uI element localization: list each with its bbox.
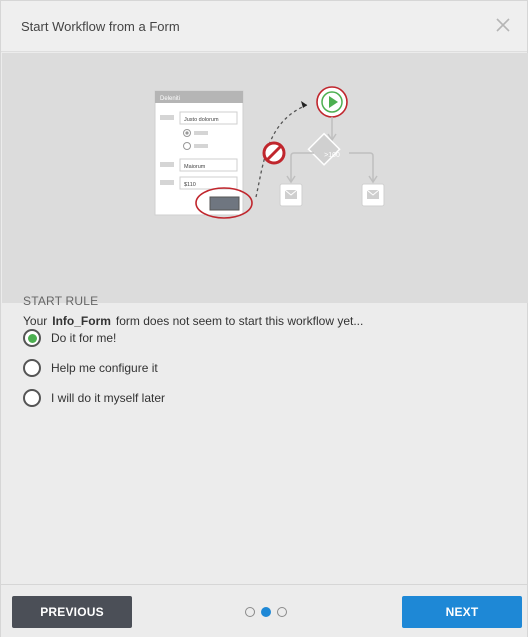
option-help-me-configure[interactable]: Help me configure it	[23, 353, 165, 383]
radio-button[interactable]	[23, 359, 41, 377]
option-label: Help me configure it	[51, 361, 158, 375]
email-node-left	[279, 183, 303, 207]
condition-node: >100	[307, 132, 341, 166]
stop-icon	[262, 141, 286, 165]
form-field-2: Maiorum	[184, 164, 206, 170]
option-label: Do it for me!	[51, 331, 117, 345]
start-node-icon	[316, 86, 348, 118]
condition-label: >100	[324, 152, 340, 159]
form-field-1: Justo dolorum	[184, 117, 219, 123]
step-dot-2[interactable]	[261, 607, 271, 617]
radio-selected-dot	[27, 333, 37, 343]
start-workflow-dialog: Start Workflow from a Form Deleniti Just…	[0, 0, 528, 637]
illustration-panel: Deleniti Justo dolorum Maiorum $110 >100…	[2, 53, 528, 328]
dialog-title: Start Workflow from a Form	[21, 19, 180, 34]
step-dot-3[interactable]	[277, 607, 287, 617]
dialog-footer: PREVIOUS NEXT	[1, 584, 527, 637]
option-do-it-for-me[interactable]: Do it for me!	[23, 323, 165, 353]
start-rule-heading: START RULE	[23, 294, 99, 308]
form-card-title: Deleniti	[160, 96, 180, 102]
radio-button[interactable]	[23, 329, 41, 347]
workflow-illustration: Deleniti Justo dolorum Maiorum $110 >100	[154, 86, 385, 219]
step-dot-1[interactable]	[245, 607, 255, 617]
close-icon[interactable]	[493, 15, 513, 35]
option-list: Do it for me! Help me configure it I wil…	[23, 323, 165, 413]
next-button[interactable]: NEXT	[402, 596, 522, 628]
form-card: Deleniti Justo dolorum Maiorum $110	[154, 90, 253, 219]
email-node-right	[361, 183, 385, 207]
step-pager	[245, 607, 287, 617]
form-field-3: $110	[184, 182, 196, 188]
radio-button[interactable]	[23, 389, 41, 407]
option-label: I will do it myself later	[51, 391, 166, 405]
option-do-it-later[interactable]: I will do it myself later	[23, 383, 165, 413]
dialog-header: Start Workflow from a Form	[1, 1, 527, 52]
previous-button[interactable]: PREVIOUS	[12, 596, 132, 628]
